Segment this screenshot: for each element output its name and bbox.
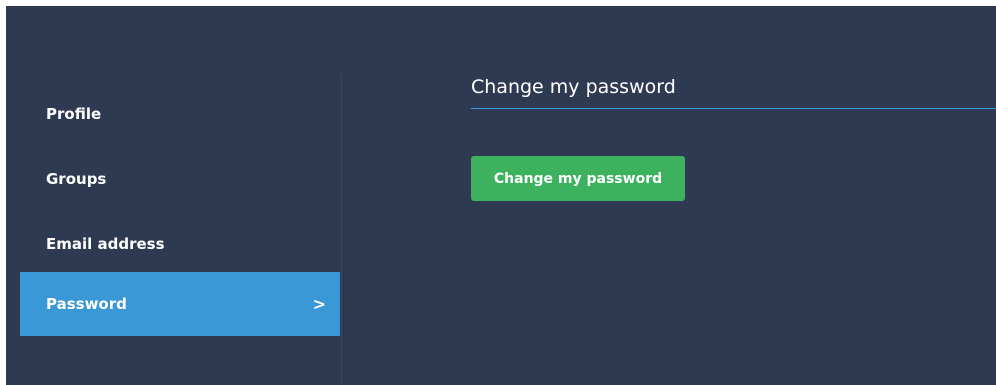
sidebar-item-email-address[interactable]: Email address <box>20 212 340 276</box>
password-section: Change my password Change my password <box>471 74 996 201</box>
sidebar-item-profile[interactable]: Profile <box>20 82 340 146</box>
sidebar-item-label: Email address <box>46 235 165 253</box>
sidebar-item-groups[interactable]: Groups <box>20 147 340 211</box>
settings-panel: Profile Groups Email address Password > … <box>6 6 996 385</box>
chevron-right-icon: > <box>312 294 326 314</box>
section-title: Change my password <box>471 74 996 109</box>
change-password-button[interactable]: Change my password <box>471 156 685 201</box>
sidebar-item-label: Profile <box>46 105 102 123</box>
sidebar-item-label: Password <box>46 295 127 313</box>
settings-sidebar: Profile Groups Email address Password > <box>6 74 342 385</box>
sidebar-item-password[interactable]: Password > <box>20 272 340 336</box>
sidebar-item-label: Groups <box>46 170 107 188</box>
